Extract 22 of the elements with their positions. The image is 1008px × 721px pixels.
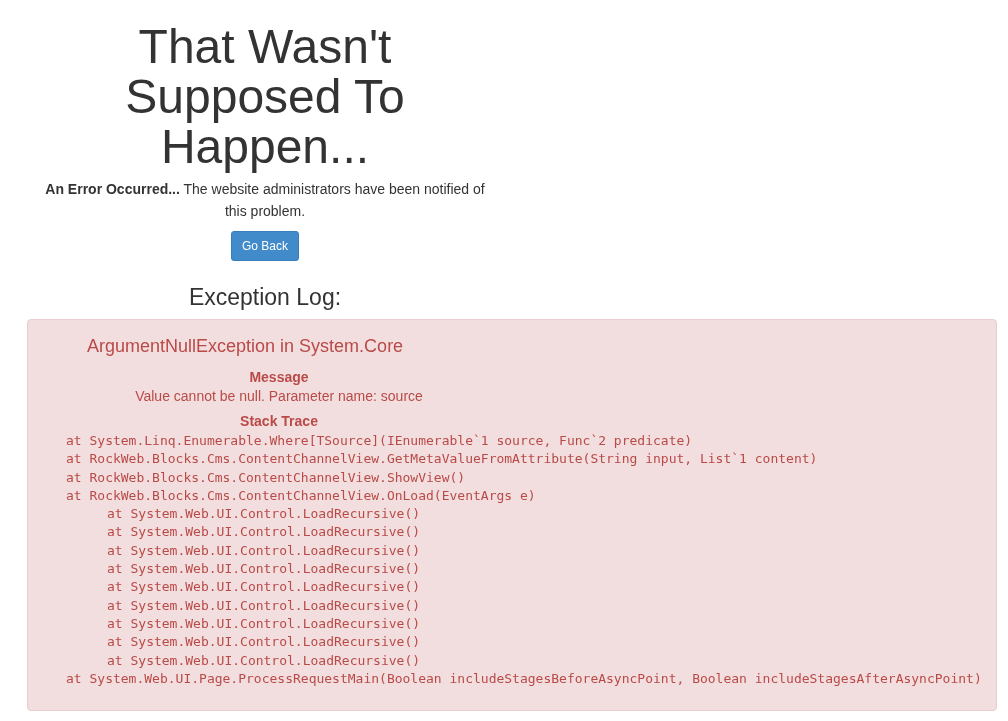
stack-trace-line: at System.Web.UI.Control.LoadRecursive() [106,523,421,542]
exception-title: ArgumentNullException in System.Core [87,335,405,358]
stack-trace-line: at System.Web.UI.Control.LoadRecursive() [106,651,421,670]
stack-trace-line: at RockWeb.Blocks.Cms.ContentChannelView.GetMetaValueFromAttribute(String input, List`1 content) [66,450,818,469]
stack-trace-line: at System.Linq.Enumerable.Where[TSource](IEnumerable`1 source, Func`2 predicate) [66,432,693,450]
stack-trace-line: at System.Web.UI.Control.LoadRecursive() [106,633,421,652]
page-title: That Wasn't Supposed To Happen... [124,22,406,172]
message-label: Message [249,368,309,386]
stack-trace-line: at System.Web.UI.Control.LoadRecursive() [106,560,421,579]
stack-trace-line: at RockWeb.Blocks.Cms.ContentChannelView.OnLoad(EventArgs e) [66,486,536,505]
stack-trace-line: at System.Web.UI.Control.LoadRecursive() [106,578,421,597]
stack-trace-label: Stack Trace [240,412,318,430]
error-description: An Error Occurred... The website administrators have been notified of this problem. [44,180,486,221]
exception-message: Value cannot be null. Parameter name: source [135,387,423,406]
stack-trace-line: at RockWeb.Blocks.Cms.ContentChannelView.ShowView() [66,468,466,487]
stack-trace-line: at System.Web.UI.Control.LoadRecursive() [106,614,421,633]
stack-trace-line: at System.Web.UI.Control.LoadRecursive() [106,541,421,560]
stack-trace-line: at System.Web.UI.Control.LoadRecursive() [106,596,421,615]
stack-trace-line: at System.Web.UI.Control.LoadRecursive() [106,505,421,524]
go-back-button[interactable]: Go Back [231,231,299,261]
exception-log-heading: Exception Log: [188,283,342,312]
stack-trace-line: at System.Web.UI.Page.ProcessRequestMain(Boolean includeStagesBeforeAsyncPoint, Boolean includeStagesAfterAsyncPoint) [66,669,982,688]
